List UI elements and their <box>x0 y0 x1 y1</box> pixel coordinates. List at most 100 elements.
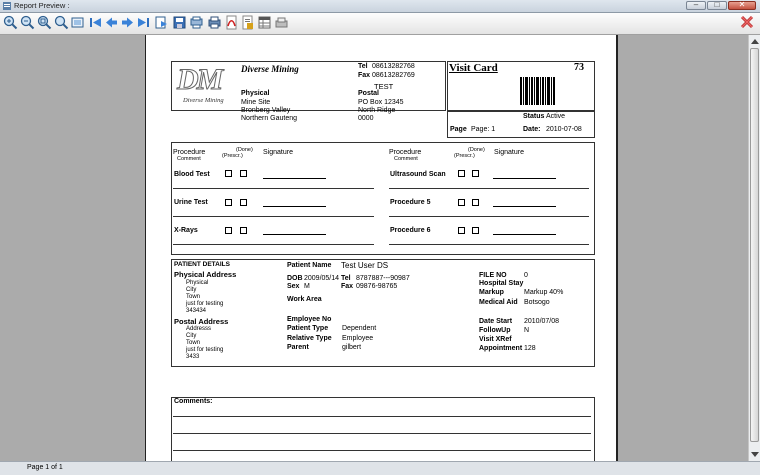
patient-name-label: Patient Name <box>287 262 332 269</box>
prescribed-checkbox[interactable] <box>458 227 465 234</box>
appointment-label: Appointment <box>479 345 523 352</box>
postal-label: Postal <box>358 90 380 97</box>
postal-line: North Ridge <box>358 107 396 114</box>
go-to-page-icon <box>155 16 167 29</box>
done-checkbox[interactable] <box>472 170 479 177</box>
dob-value: 2009/05/14 <box>304 275 340 282</box>
prescribed-checkbox[interactable] <box>458 170 465 177</box>
done-checkbox[interactable] <box>472 199 479 206</box>
medical-aid-label: Medical Aid <box>479 299 518 306</box>
scroll-down-icon[interactable] <box>751 452 759 457</box>
comments-label: Comments: <box>174 398 213 405</box>
zoom-fit-icon <box>37 15 52 30</box>
zoom-out-button[interactable] <box>20 15 35 30</box>
send-button[interactable] <box>274 15 289 30</box>
comment-line <box>173 244 374 245</box>
done-checkbox[interactable] <box>472 227 479 234</box>
prescribed-checkbox[interactable] <box>225 199 232 206</box>
page-value: Page: 1 <box>471 126 496 133</box>
followup-value: N <box>524 327 530 334</box>
done-checkbox[interactable] <box>240 170 247 177</box>
comment-line <box>173 188 374 189</box>
file-no-value: 0 <box>524 272 528 279</box>
prescribed-checkbox[interactable] <box>225 170 232 177</box>
medical-aid-value: Botsogo <box>524 299 550 306</box>
relative-type-value: Employee <box>342 335 374 342</box>
close-preview-icon[interactable] <box>740 15 754 29</box>
procedure-label: Procedure 5 <box>390 199 431 206</box>
company-logo: DM Diverse Mining <box>176 63 224 105</box>
hospital-stay-label: Hospital Stay <box>479 280 524 287</box>
last-page-icon <box>138 18 149 27</box>
patient-fax: 09876-98765 <box>356 283 398 290</box>
report-page: DM Diverse Mining Diverse Mining Tel 086… <box>145 35 618 461</box>
spreadsheet-export-icon <box>258 16 271 29</box>
last-page-button[interactable] <box>136 15 151 30</box>
zoom-in-icon <box>3 15 18 30</box>
status-bar: Page 1 of 1 <box>0 461 760 475</box>
vertical-scrollbar[interactable] <box>748 35 760 461</box>
fit-page-button[interactable] <box>70 15 85 30</box>
proc-header-procedure: Procedure <box>173 149 206 156</box>
zoom-in-button[interactable] <box>3 15 18 30</box>
proc-header-signature: Signature <box>263 149 293 156</box>
company-fax: 08613282769 <box>372 72 415 79</box>
zoom-fit-button[interactable] <box>37 15 52 30</box>
zoom-width-icon <box>54 15 69 30</box>
work-area-label: Work Area <box>287 296 322 303</box>
procedure-label: Procedure 6 <box>390 227 431 234</box>
done-checkbox[interactable] <box>240 227 247 234</box>
physical-address-line: 343434 <box>186 308 207 314</box>
toolbar <box>0 13 760 35</box>
physical-address-line: City <box>186 287 197 293</box>
save-icon <box>173 16 186 29</box>
date-value: 2010-07-08 <box>546 126 582 133</box>
procedure-label: X-Rays <box>174 227 198 234</box>
barcode-icon <box>520 77 555 105</box>
visit-number: 73 <box>574 62 584 73</box>
arrow-right-icon <box>122 17 133 28</box>
next-page-button[interactable] <box>120 15 135 30</box>
prescribed-checkbox[interactable] <box>225 227 232 234</box>
patient-tel-label: Tel <box>341 275 351 282</box>
page-setup-icon <box>190 16 203 29</box>
visit-card-title: Visit Card <box>449 62 498 74</box>
maximize-button[interactable]: □ <box>707 0 727 10</box>
scroll-up-icon[interactable] <box>751 39 759 44</box>
comments-box <box>171 397 595 461</box>
first-page-button[interactable] <box>88 15 103 30</box>
prescribed-checkbox[interactable] <box>458 199 465 206</box>
export-excel-button[interactable] <box>257 15 272 30</box>
print-setup-button[interactable] <box>189 15 204 30</box>
report-viewport[interactable]: DM Diverse Mining Diverse Mining Tel 086… <box>0 35 748 461</box>
export-word-button[interactable] <box>240 15 255 30</box>
signature-line <box>263 206 326 207</box>
proc-header-comment: Comment <box>177 156 201 162</box>
zoom-width-button[interactable] <box>54 15 69 30</box>
visit-xref-label: Visit XRef <box>479 336 512 343</box>
previous-page-button[interactable] <box>104 15 119 30</box>
export-pdf-button[interactable] <box>224 15 239 30</box>
company-tel: 08613282768 <box>372 63 415 70</box>
signature-line <box>263 234 326 235</box>
print-button[interactable] <box>207 15 222 30</box>
status-value: Active <box>546 113 566 120</box>
save-button[interactable] <box>172 15 187 30</box>
close-window-button[interactable]: ✕ <box>728 0 756 10</box>
done-checkbox[interactable] <box>240 199 247 206</box>
arrow-left-icon <box>106 17 117 28</box>
physical-line: Mine Site <box>241 99 271 106</box>
fax-label: Fax <box>358 72 371 79</box>
minimize-button[interactable]: – <box>686 0 706 10</box>
go-to-page-button[interactable] <box>154 15 169 30</box>
printer-icon <box>208 16 221 29</box>
window-title: Report Preview : <box>14 1 70 10</box>
physical-address-label: Physical Address <box>174 270 237 279</box>
scroll-thumb[interactable] <box>750 48 759 442</box>
comment-line <box>173 450 591 451</box>
patient-name: Test User DS <box>341 261 389 270</box>
status-label: Status <box>523 113 545 120</box>
parent-value: gilbert <box>342 344 362 351</box>
markup-label: Markup <box>479 289 504 296</box>
zoom-out-icon <box>20 15 35 30</box>
